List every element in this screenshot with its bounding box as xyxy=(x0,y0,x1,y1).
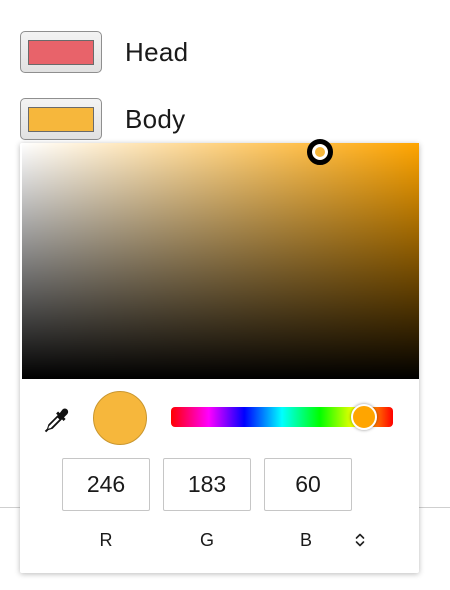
head-color-swatch xyxy=(28,39,94,65)
body-color-row: Body xyxy=(20,98,185,140)
head-color-row: Head xyxy=(20,31,188,73)
saturation-brightness-area[interactable] xyxy=(22,139,419,379)
hue-slider-handle[interactable] xyxy=(351,404,378,430)
eyedropper-glyph xyxy=(44,408,69,433)
color-preview xyxy=(93,391,147,445)
color-settings: Head Body R G B xyxy=(0,0,450,590)
head-color-button[interactable] xyxy=(20,31,102,73)
eyedropper-icon[interactable] xyxy=(40,405,72,437)
blue-input[interactable] xyxy=(264,458,352,511)
hue-slider[interactable] xyxy=(171,404,393,430)
chevron-up-down-glyph xyxy=(355,533,365,547)
chevron-up-down-icon[interactable] xyxy=(352,529,368,551)
green-input[interactable] xyxy=(163,458,251,511)
body-color-label: Body xyxy=(125,103,186,134)
body-color-swatch xyxy=(28,106,94,132)
blue-label: B xyxy=(299,530,312,550)
saturation-handle[interactable] xyxy=(306,139,333,166)
head-color-label: Head xyxy=(125,36,189,67)
red-label: R xyxy=(99,530,113,550)
green-label: G xyxy=(199,530,214,550)
body-color-button[interactable] xyxy=(20,98,102,140)
red-input[interactable] xyxy=(62,458,150,511)
color-picker-popup: R G B xyxy=(20,139,419,573)
